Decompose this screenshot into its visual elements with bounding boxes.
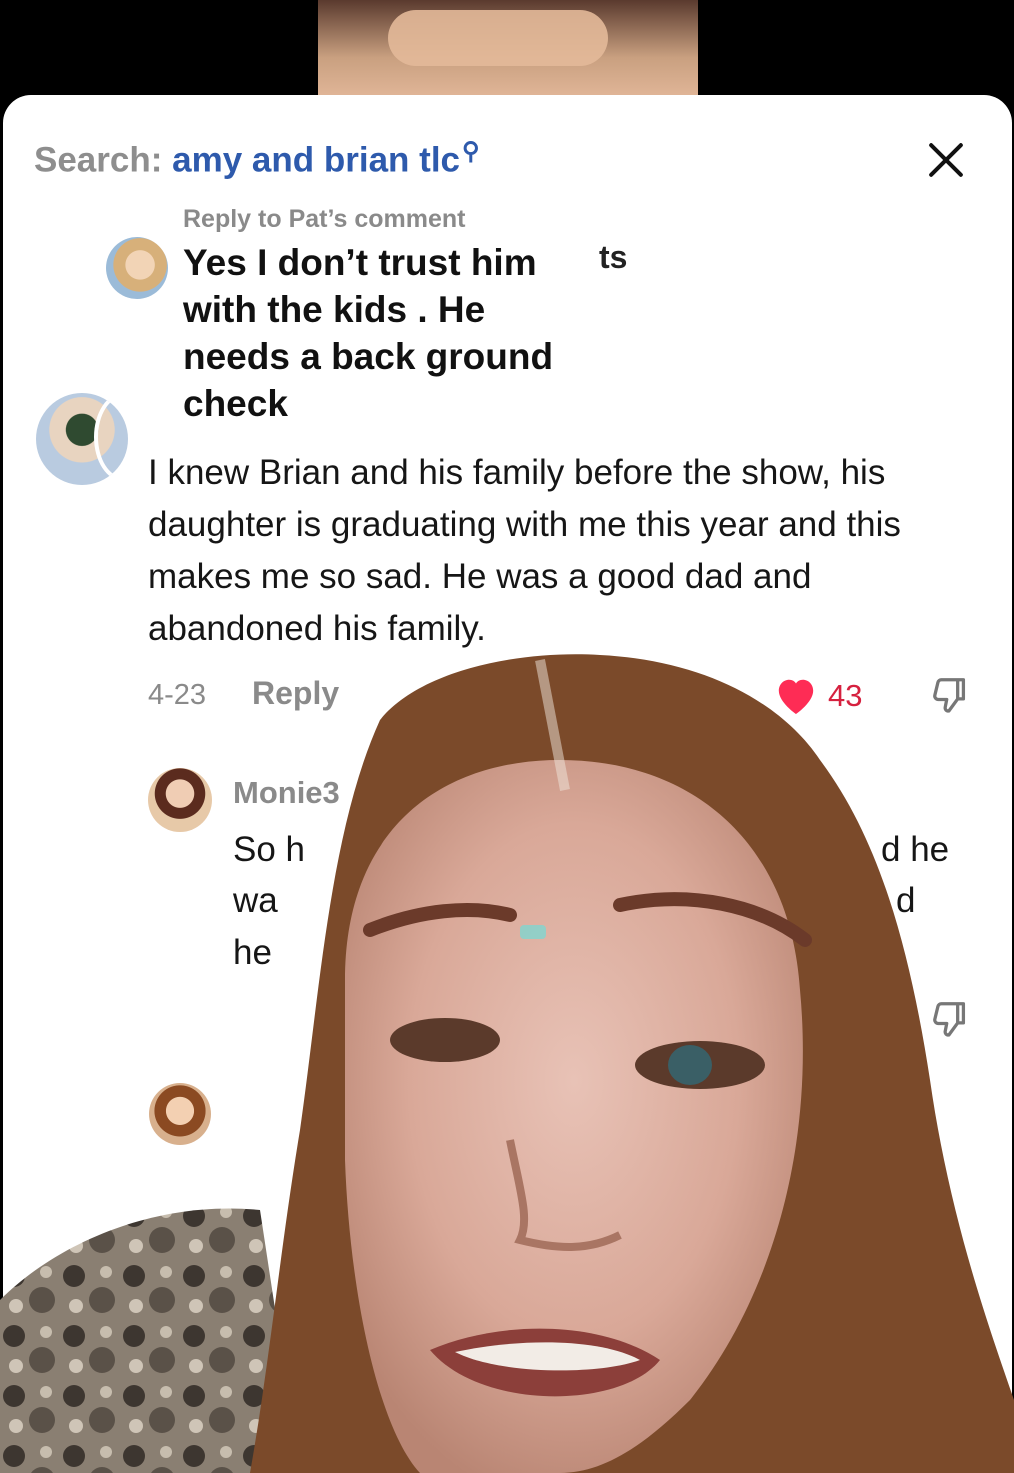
reply-button[interactable]: Reply [252,675,339,712]
avatar-commenter-4[interactable] [149,1083,211,1145]
avatar-pat-reply[interactable] [106,237,168,299]
reply-text-fragment-2: d [896,881,916,920]
comment-date: 4-23 [148,679,207,711]
thumbs-down-icon[interactable] [927,998,973,1044]
search-query-link[interactable]: amy and brian tlc [172,141,460,180]
reply-text-line-3: he [233,933,272,972]
heart-icon[interactable] [773,674,819,716]
thumbs-down-icon[interactable] [927,674,973,720]
quoted-comment-text: Yes I don’t trust him with the kids . He… [183,242,554,424]
video-hands [388,10,608,66]
like-count: 43 [828,678,863,713]
comment-text: I knew Brian and his family before the s… [148,453,901,648]
comments-panel: Search: amy and brian tlc⚲ Reply to Pat’… [3,95,1012,1473]
truncated-text: ts [599,239,628,275]
reply-text-line-2: wa [233,881,278,920]
search-icon[interactable]: ⚲ [462,138,480,165]
reply-context-label: Reply to Pat’s comment [183,205,466,233]
close-icon[interactable] [925,139,967,181]
reply-text-fragment-1: d he [881,830,950,869]
background-video-frame [318,0,698,96]
avatar-monie[interactable] [148,768,212,832]
avatar-commenter[interactable] [36,393,128,485]
search-label: Search: [34,140,163,180]
reply-text-line-1: So h [233,830,305,869]
search-header[interactable]: Search: amy and brian tlc⚲ [34,137,480,181]
reply-username[interactable]: Monie3 [233,775,340,811]
